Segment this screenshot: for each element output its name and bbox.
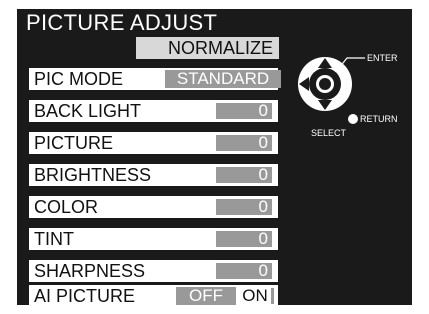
color-row[interactable]: COLOR 0 <box>29 196 278 218</box>
ai-picture-option-edge <box>271 288 274 304</box>
ai-picture-off-option[interactable]: OFF <box>176 287 236 305</box>
sharpness-value[interactable]: 0 <box>216 262 272 279</box>
ai-picture-row[interactable]: AI PICTURE OFF ON <box>29 285 278 307</box>
color-label: COLOR <box>34 197 99 217</box>
brightness-row[interactable]: BRIGHTNESS 0 <box>29 164 278 186</box>
ai-picture-on-option[interactable]: ON <box>238 287 272 305</box>
pic-mode-value[interactable]: STANDARD <box>165 70 281 88</box>
tint-label: TINT <box>34 229 74 249</box>
normalize-button[interactable]: NORMALIZE <box>136 37 279 59</box>
picture-row[interactable]: PICTURE 0 <box>29 132 278 154</box>
sharpness-label: SHARPNESS <box>34 261 146 281</box>
tint-row[interactable]: TINT 0 <box>29 228 278 250</box>
select-label: SELECT <box>311 128 347 138</box>
picture-label: PICTURE <box>34 133 114 153</box>
back-light-row[interactable]: BACK LIGHT 0 <box>29 100 278 122</box>
return-label: RETURN <box>360 114 398 124</box>
menu-title: PICTURE ADJUST <box>26 10 218 35</box>
picture-adjust-menu: PICTURE ADJUST NORMALIZE PIC MODE STANDA… <box>17 9 412 307</box>
enter-label: ENTER <box>367 53 398 63</box>
ai-picture-label: AI PICTURE <box>34 286 136 306</box>
back-light-value[interactable]: 0 <box>216 102 272 119</box>
tint-value[interactable]: 0 <box>216 230 272 247</box>
remote-control-guide: ENTER RETURN SELECT <box>287 42 412 147</box>
pic-mode-row[interactable]: PIC MODE STANDARD <box>29 68 281 90</box>
back-light-label: BACK LIGHT <box>34 101 142 121</box>
brightness-value[interactable]: 0 <box>216 166 272 183</box>
sharpness-row[interactable]: SHARPNESS 0 <box>29 260 278 282</box>
pic-mode-label: PIC MODE <box>34 69 124 89</box>
brightness-label: BRIGHTNESS <box>34 165 152 185</box>
color-value[interactable]: 0 <box>216 198 272 215</box>
picture-value[interactable]: 0 <box>216 134 272 151</box>
